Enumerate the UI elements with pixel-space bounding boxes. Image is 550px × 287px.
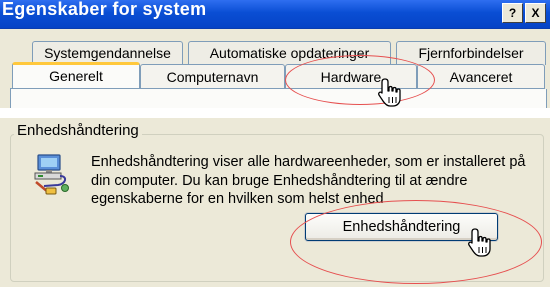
tab-automatiske-opdateringer[interactable]: Automatiske opdateringer xyxy=(188,41,391,65)
tab-avanceret[interactable]: Avanceret xyxy=(417,64,545,89)
group-label: Enhedshåndtering xyxy=(14,122,142,139)
tab-fjernforbindelser[interactable]: Fjernforbindelser xyxy=(396,41,546,65)
device-manager-icon xyxy=(34,154,69,195)
device-manager-button[interactable]: Enhedshåndtering xyxy=(305,213,498,241)
close-button[interactable]: X xyxy=(525,3,546,23)
window-title: Egenskaber for system xyxy=(2,0,207,19)
tab-panel xyxy=(10,89,547,108)
title-bar: Egenskaber for system ? X xyxy=(0,0,550,29)
help-button[interactable]: ? xyxy=(502,3,523,23)
device-manager-crop: Enhedshåndtering Enhedshåndtering viser … xyxy=(0,118,550,287)
title-buttons: ? X xyxy=(502,3,546,23)
tab-computernavn[interactable]: Computernavn xyxy=(140,64,285,89)
device-manager-description: Enhedshåndtering viser alle hardwareenhe… xyxy=(91,154,526,207)
tab-hardware[interactable]: Hardware xyxy=(285,64,417,89)
system-properties-tabs-crop: Egenskaber for system ? X Systemgendanne… xyxy=(0,0,550,108)
tab-generelt[interactable]: Generelt xyxy=(12,62,140,89)
